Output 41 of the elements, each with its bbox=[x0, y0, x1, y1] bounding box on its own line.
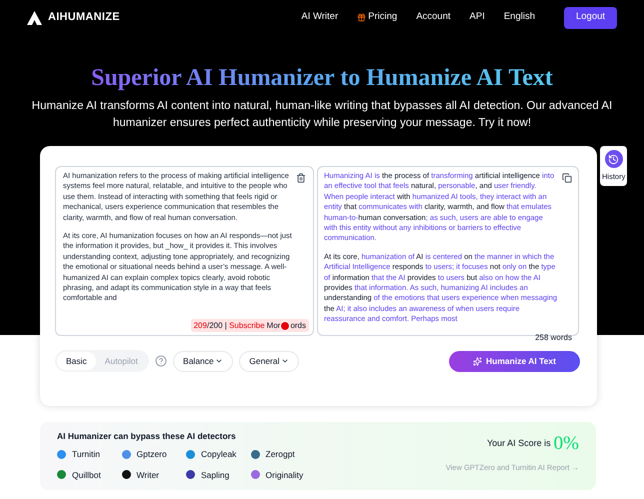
history-icon bbox=[608, 154, 620, 164]
sparkles-icon bbox=[473, 356, 482, 366]
detector-name: Turnitin bbox=[72, 448, 100, 460]
logo-icon bbox=[27, 10, 42, 24]
notification-badge-icon bbox=[280, 320, 290, 330]
ai-score: 0% bbox=[554, 434, 579, 454]
trash-icon[interactable] bbox=[296, 173, 306, 183]
detector-name: Quillbot bbox=[72, 468, 101, 482]
help-icon[interactable] bbox=[154, 355, 167, 367]
nav-link[interactable]: API bbox=[470, 10, 485, 25]
dropdown-button[interactable]: Balance bbox=[172, 350, 233, 372]
nav-link[interactable]: Account bbox=[416, 10, 451, 25]
detectors-title: AI Humanizer can bypass these AI detectors bbox=[57, 430, 237, 443]
copy-icon[interactable] bbox=[562, 173, 572, 183]
chevron-icon bbox=[280, 357, 289, 365]
score-label: Your AI Score is bbox=[486, 437, 551, 450]
word-limit: /200 | bbox=[206, 320, 228, 332]
detector-name: Zerogpt bbox=[266, 448, 295, 460]
brand-name: AIHUMANIZE bbox=[48, 10, 120, 26]
history-button[interactable] bbox=[604, 149, 624, 169]
gift-icon bbox=[357, 13, 366, 22]
humanize-button[interactable]: Humanize AI Text bbox=[449, 350, 580, 372]
detector-name: Gptzero bbox=[136, 448, 167, 460]
word-count: 209 bbox=[194, 320, 207, 332]
logout-button[interactable]: Logout bbox=[564, 6, 617, 28]
dropdown-button[interactable]: General bbox=[238, 350, 299, 372]
more-words-text: Mor bbox=[266, 320, 280, 332]
more-words-text: ords bbox=[290, 320, 306, 332]
chevron-icon bbox=[214, 357, 223, 365]
detector-name: Sapling bbox=[201, 468, 230, 482]
nav-link[interactable]: Pricing bbox=[357, 10, 398, 25]
detector-name: Copyleak bbox=[201, 448, 236, 460]
hero-subtitle: Humanize AI transforms AI content into natural, human-like writing that bypasses all AI detection. Our advanced AI humanizer ensures perfect authenticity while preserving your message. Try it now! bbox=[30, 99, 614, 131]
mode-tab[interactable]: Basic bbox=[57, 352, 96, 370]
output-word-count: 258 words bbox=[534, 332, 573, 343]
input-text-field[interactable] bbox=[55, 166, 314, 336]
nav-link[interactable]: English bbox=[504, 10, 535, 25]
nav-link[interactable]: AI Writer bbox=[301, 10, 338, 25]
detector-name: Originality bbox=[266, 468, 304, 482]
subscribe-link[interactable]: Subscribe bbox=[229, 320, 265, 332]
detector-name: Writer bbox=[136, 468, 160, 482]
